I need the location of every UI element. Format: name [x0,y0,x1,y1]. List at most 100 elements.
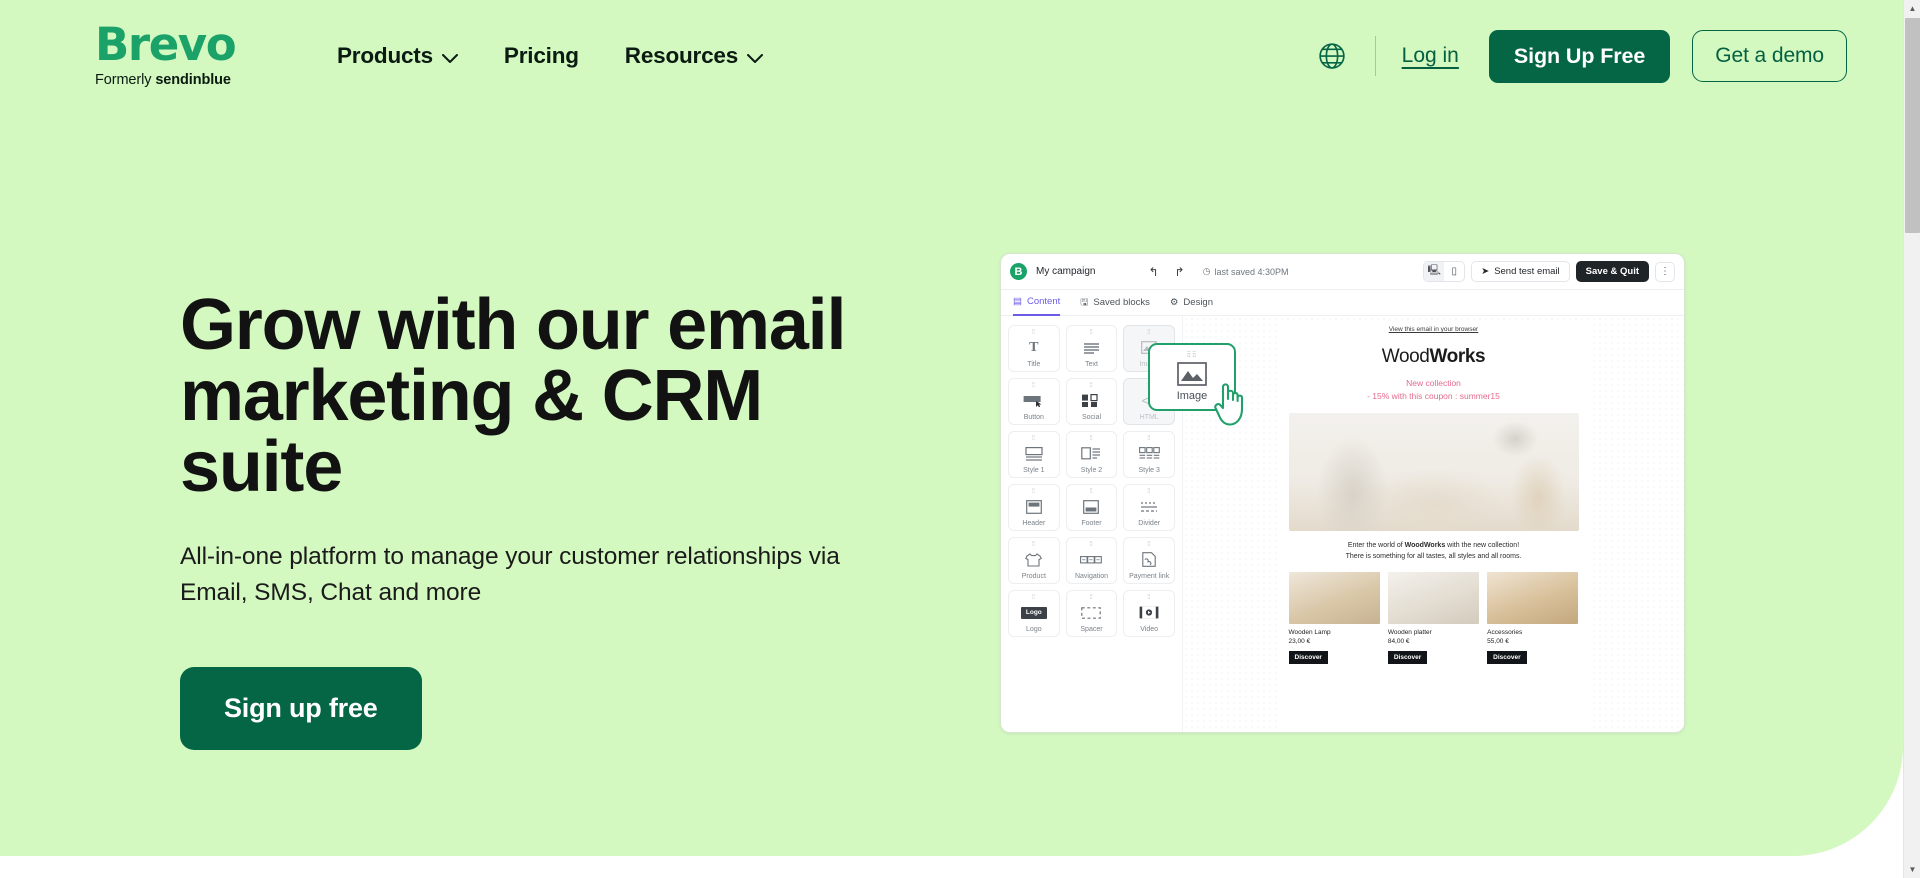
tab-saved-blocks-label: Saved blocks [1093,297,1150,308]
brevo-logo[interactable]: Brevo Formerly sendinblue [95,22,265,88]
product-name: Accessories [1487,629,1523,636]
social-icon [1081,387,1101,414]
email-brand-bold: Works [1429,346,1486,367]
block-style-2[interactable]: ⣿ Style 2 [1065,431,1118,478]
block-product[interactable]: ⣿ Product [1008,537,1060,584]
product-card: Wooden Lamp 23,00 € Discover [1288,572,1380,664]
page-scrollbar[interactable]: ▲ ▼ [1903,0,1920,878]
hand-pointer-icon [1212,375,1252,432]
block-divider-label: Divider [1138,520,1161,527]
style1-icon [1025,440,1043,467]
email-body-copy: Enter the world of WoodWorks with the ne… [1289,540,1579,562]
email-body-line-1-pre: Enter the world of [1347,542,1405,549]
block-divider[interactable]: ⣿ Divider [1123,484,1175,531]
block-logo-label: Logo [1026,626,1042,633]
block-style-3-label: Style 3 [1138,467,1160,474]
tab-content[interactable]: ▤ Content [1013,290,1061,316]
send-test-email-button[interactable]: ➤ Send test email [1471,261,1570,282]
scroll-down-arrow-icon[interactable]: ▼ [1904,861,1920,878]
get-a-demo-button[interactable]: Get a demo [1692,30,1847,82]
email-editor-mock: B My campaign ↰ ↱ ◷ last saved 4:30PM 🖳 … [1000,253,1685,733]
nav-item-resources[interactable]: Resources [625,43,764,69]
campaign-name[interactable]: My campaign [1036,266,1095,277]
email-promo-line-2: - 15% with this coupon : summer15 [1367,391,1500,401]
clock-icon: ◷ [1202,266,1211,276]
logo-tagline: Formerly sendinblue [95,72,265,88]
text-icon [1083,334,1100,361]
block-title[interactable]: ⣿ T Title [1008,325,1060,372]
product-discover-button[interactable]: Discover [1387,651,1428,664]
block-logo[interactable]: ⣿ Logo Logo [1008,590,1060,637]
block-header[interactable]: ⣿ Header [1008,484,1060,531]
gear-icon: ⚙ [1169,297,1179,308]
tab-design-label: Design [1183,297,1213,308]
product-price: 55,00 € [1487,638,1509,645]
login-link[interactable]: Log in [1402,44,1459,68]
style2-icon [1081,440,1101,467]
block-style-3[interactable]: ⣿ Style 3 [1123,431,1175,478]
mobile-icon[interactable]: ▯ [1444,262,1464,281]
logo-tagline-prefix: Formerly [95,72,152,88]
email-preheader[interactable]: View this email in your browser [1289,326,1579,333]
nav-item-products[interactable]: Products [337,43,458,69]
redo-icon[interactable]: ↱ [1175,265,1185,279]
email-product-grid: Wooden Lamp 23,00 € Discover Wooden plat… [1288,572,1579,664]
tab-saved-blocks[interactable]: 🖫 Saved blocks [1080,290,1150,316]
dragged-block-label: Image [1176,390,1208,402]
block-navigation[interactable]: ⣿ Navigation [1065,537,1118,584]
undo-redo-group: ↰ ↱ [1148,265,1184,279]
undo-icon[interactable]: ↰ [1148,265,1158,279]
header-actions: Log in Sign Up Free Get a demo [1317,0,1847,112]
divider-icon [1140,493,1158,520]
header-divider [1374,36,1376,76]
product-discover-button[interactable]: Discover [1487,651,1527,664]
block-html-label: HTML [1139,414,1159,421]
spacer-icon [1081,599,1102,626]
block-button[interactable]: ⣿ Button [1008,378,1060,425]
product-discover-button[interactable]: Discover [1288,651,1328,664]
block-style-1[interactable]: ⣿ Style 1 [1008,431,1060,478]
block-spacer[interactable]: ⣿ Spacer [1065,590,1118,637]
save-status: ◷ last saved 4:30PM [1203,266,1289,277]
save-and-quit-button[interactable]: Save & Quit [1575,261,1649,282]
email-body-line-2: There is something for all tastes, all s… [1345,553,1522,560]
block-title-label: Title [1027,361,1041,368]
block-video[interactable]: ⣿ Video [1123,590,1175,637]
button-icon [1023,387,1045,414]
payment-link-icon [1142,546,1156,573]
scroll-up-arrow-icon[interactable]: ▲ [1904,0,1920,17]
email-preview: View this email in your browser WoodWork… [1278,320,1589,732]
product-name: Wooden platter [1387,629,1432,636]
send-test-email-label: Send test email [1494,266,1560,277]
signup-free-button[interactable]: Sign Up Free [1488,29,1671,83]
header-icon [1025,493,1042,520]
block-payment-link[interactable]: ⣿ Payment link [1123,537,1175,584]
chevron-down-icon [441,53,458,63]
desktop-icon[interactable]: 🖳 [1424,262,1445,281]
style3-icon [1138,440,1160,467]
block-social[interactable]: ⣿ Social [1065,378,1118,425]
globe-icon[interactable] [1317,41,1347,71]
scrollbar-thumb[interactable] [1905,18,1920,233]
drag-grip-icon: ⣿⣿ [1186,352,1198,358]
block-social-label: Social [1081,414,1102,421]
tab-design[interactable]: ⚙ Design [1170,290,1213,316]
kebab-menu-icon[interactable]: ⋮ [1655,261,1675,282]
editor-toolbar-actions: 🖳 ▯ ➤ Send test email Save & Quit ⋮ [1423,261,1675,282]
hero-signup-button[interactable]: Sign up free [180,667,422,750]
content-icon: ▤ [1013,296,1022,307]
block-footer[interactable]: ⣿ Footer [1065,484,1118,531]
editor-body: ⣿ T Title ⣿ Text ⣿ ⣿ Button ⣿ Social HTM… [1001,316,1684,732]
block-footer-label: Footer [1081,520,1102,527]
block-text[interactable]: ⣿ Text [1065,325,1118,372]
editor-canvas[interactable]: View this email in your browser WoodWork… [1183,316,1684,732]
brevo-badge-icon: B [1010,263,1027,280]
tab-content-label: Content [1026,296,1061,307]
product-image [1387,572,1480,624]
email-body-line-1: Enter the world of WoodWorks with the ne… [1289,540,1579,551]
product-price: 84,00 € [1387,638,1410,645]
block-product-label: Product [1021,573,1046,580]
block-header-label: Header [1022,520,1046,527]
block-button-label: Button [1023,414,1044,421]
nav-item-pricing[interactable]: Pricing [504,43,579,69]
